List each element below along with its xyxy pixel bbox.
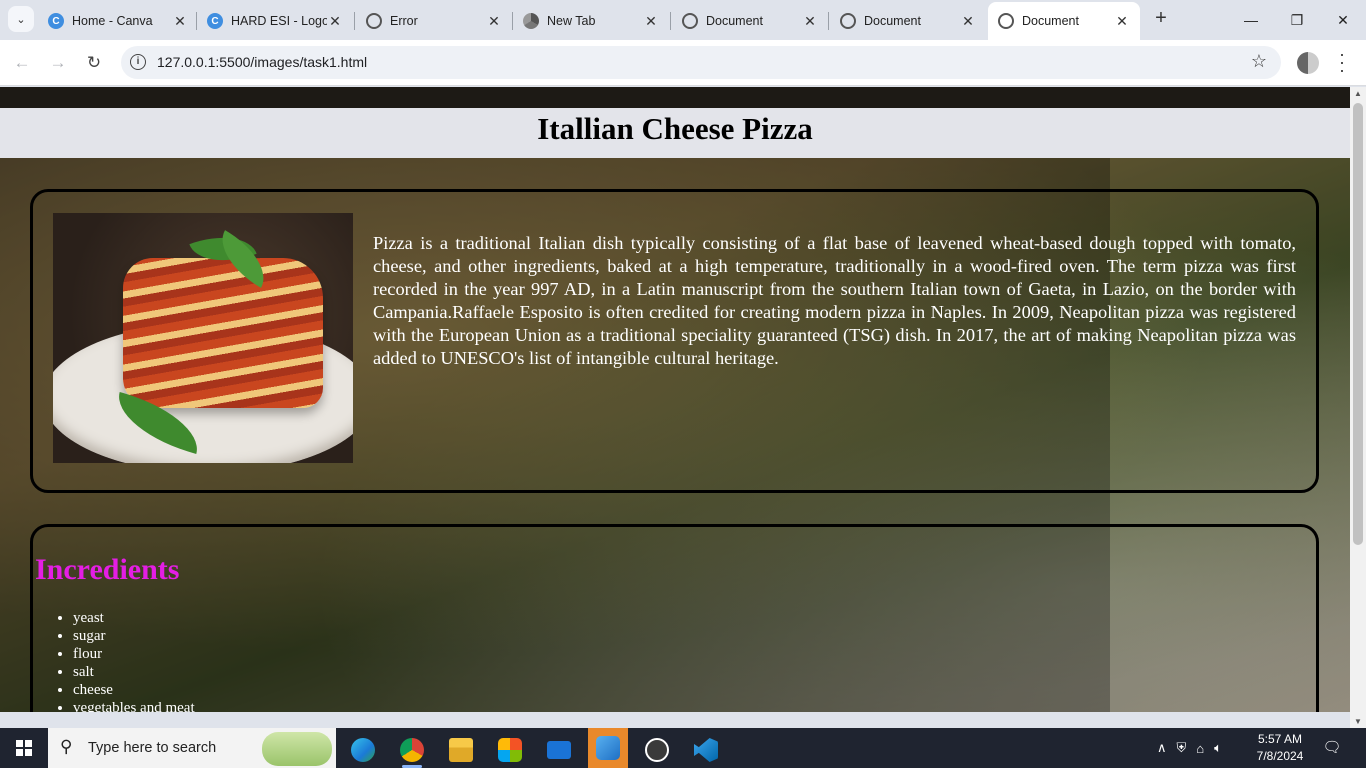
list-item: cheese [73,681,195,699]
chrome-icon [523,13,539,29]
forward-button[interactable]: → [46,51,70,75]
close-icon[interactable]: ✕ [172,13,188,30]
list-item: flour [73,645,195,663]
tab-strip: ⌄ C Home - Canva ✕ C HARD ESI - Logo ✕ E… [0,0,1366,40]
url-text[interactable]: 127.0.0.1:5500/images/task1.html [157,54,367,70]
tab-separator [828,12,829,30]
minimize-button[interactable]: — [1236,6,1266,34]
tab-title: HARD ESI - Logo [231,14,327,28]
store-icon[interactable] [490,732,530,768]
back-button[interactable]: ← [10,51,34,75]
globe-icon [366,13,382,29]
tab-title: Home - Canva [72,14,153,28]
scrollbar-thumb[interactable] [1353,103,1363,545]
close-icon[interactable]: ✕ [802,13,818,30]
close-icon[interactable]: ✕ [486,13,502,30]
search-placeholder: Type here to search [88,740,217,756]
notification-icon[interactable]: 🗨︎ [1322,738,1342,758]
lasagna-image [53,213,353,463]
list-item: vegetables and meat [73,699,195,712]
tab-title: Error [390,14,418,28]
mail-icon[interactable] [539,732,579,768]
scroll-down-arrow-icon[interactable]: ▼ [1350,717,1366,726]
scroll-up-arrow-icon[interactable]: ▲ [1350,89,1366,98]
close-icon[interactable]: ✕ [643,13,659,30]
page-header: Itallian Cheese Pizza [0,108,1350,158]
taskbar: ⚲ Type here to search ∧ ⛨ ⌂ 🔈︎ 5:57 AM 7… [0,728,1366,768]
lasagna-shape [123,258,323,408]
about-card: Pizza is a traditional Italian dish typi… [30,189,1319,493]
list-item: salt [73,663,195,681]
list-item: sugar [73,627,195,645]
vertical-scrollbar[interactable]: ▲ ▼ [1350,87,1366,728]
list-item: yeast [73,609,195,627]
close-icon[interactable]: ✕ [1114,13,1130,30]
tab-title: Document [864,14,921,28]
page-viewport: Itallian Cheese Pizza Pizza is a traditi… [0,87,1350,712]
tab-document-active[interactable]: Document ✕ [988,2,1140,40]
media-player-icon[interactable] [637,732,677,768]
bookmark-star-icon[interactable]: ☆ [1251,51,1267,72]
clock-date: 7/8/2024 [1256,749,1304,763]
page-title: Itallian Cheese Pizza [537,111,813,146]
security-icon[interactable]: ⛨ [1177,740,1187,756]
tab-home-canva[interactable]: C Home - Canva ✕ [48,6,188,36]
tab-new-tab[interactable]: New Tab ✕ [523,6,659,36]
vscode-icon[interactable] [686,732,726,768]
close-icon[interactable]: ✕ [960,13,976,30]
file-explorer-icon[interactable] [441,732,481,768]
address-bar[interactable]: i 127.0.0.1:5500/images/task1.html ☆ [121,46,1281,79]
restore-button[interactable]: ❐ [1282,6,1312,34]
search-icon: ⚲ [60,737,73,756]
page-top-strip [0,87,1350,108]
close-icon[interactable]: ✕ [327,13,343,30]
ingredients-list: yeast sugar flour salt cheese vegetables… [73,609,195,712]
clock-time: 5:57 AM [1257,732,1303,746]
tab-separator [354,12,355,30]
new-tab-button[interactable]: + [1150,8,1172,30]
tab-title: New Tab [547,14,596,28]
canva-icon: C [207,13,223,29]
ingredients-heading: Incredients [35,553,180,586]
globe-icon [840,13,856,29]
taskbar-search[interactable]: ⚲ Type here to search [48,728,336,768]
volume-icon[interactable]: 🔈︎ [1214,740,1222,756]
start-button[interactable] [0,728,48,768]
tab-separator [512,12,513,30]
about-paragraph: Pizza is a traditional Italian dish typi… [373,233,1296,368]
tab-title: Document [706,14,763,28]
tray-icons: ∧ ⛨ ⌂ 🔈︎ [1157,728,1222,768]
windows-logo-icon [16,740,32,756]
menu-dots-icon[interactable]: · · · [1334,45,1350,79]
network-icon[interactable]: ⌂ [1196,741,1204,756]
chrome-icon[interactable] [392,732,432,768]
globe-icon [998,13,1014,29]
globe-icon [682,13,698,29]
profile-avatar[interactable] [1297,52,1319,74]
tab-document-2[interactable]: Document ✕ [840,6,976,36]
clock[interactable]: 5:57 AM 7/8/2024 [1248,731,1312,765]
tab-title: Document [1022,14,1079,28]
chevron-up-icon[interactable]: ∧ [1157,740,1167,756]
window-close-button[interactable]: ✕ [1328,6,1358,34]
browser-toolbar: ← → ↻ i 127.0.0.1:5500/images/task1.html… [0,40,1366,86]
site-info-icon[interactable]: i [130,54,146,70]
edge-icon[interactable] [343,732,383,768]
tab-separator [196,12,197,30]
tab-error[interactable]: Error ✕ [366,6,502,36]
tab-document-1[interactable]: Document ✕ [682,6,818,36]
canva-icon: C [48,13,64,29]
tab-hard-esi-logo[interactable]: C HARD ESI - Logo ✕ [207,6,343,36]
search-highlight-image [262,732,332,766]
paint-icon[interactable] [588,728,628,768]
tab-separator [670,12,671,30]
ingredients-card: Incredients yeast sugar flour salt chees… [30,524,1319,712]
reload-button[interactable]: ↻ [82,51,106,75]
chevron-down-icon[interactable]: ⌄ [8,6,34,32]
